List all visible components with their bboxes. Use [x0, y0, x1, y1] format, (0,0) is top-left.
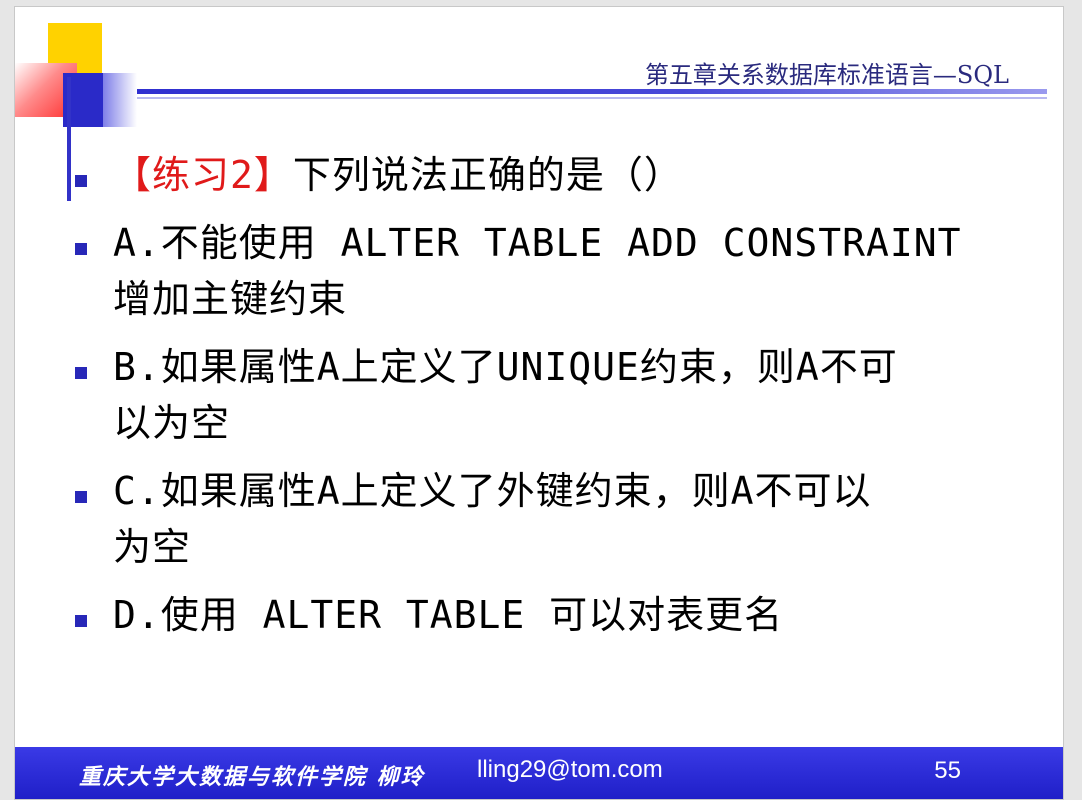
option-a: A.不能使用 ALTER TABLE ADD CONSTRAINT 增加主键约束 [71, 215, 1031, 327]
option-b-line2: 以为空 [113, 401, 231, 445]
exercise-tag: 【练习2】 [113, 153, 293, 197]
bullet-square-icon [75, 175, 87, 187]
footer-school: 重庆大学大数据与软件学院 柳玲 [79, 764, 425, 790]
bullet-square-icon [75, 243, 87, 255]
decorative-blue-fade-block [103, 73, 137, 127]
question-item: 【练习2】下列说法正确的是（） [71, 147, 1031, 203]
option-d: D.使用 ALTER TABLE 可以对表更名 [71, 587, 1031, 643]
slide-content: 【练习2】下列说法正确的是（） A.不能使用 ALTER TABLE ADD C… [71, 147, 1031, 643]
option-a-line1: A.不能使用 ALTER TABLE ADD CONSTRAINT [113, 221, 962, 265]
option-d-line1: D.使用 ALTER TABLE 可以对表更名 [113, 593, 784, 637]
question-text: 下列说法正确的是（） [292, 153, 683, 197]
option-b: B.如果属性A上定义了UNIQUE约束，则A不可 以为空 [71, 339, 1031, 451]
bullet-square-icon [75, 491, 87, 503]
footer-bar: 重庆大学大数据与软件学院 柳玲 lling29@tom.com 55 [15, 747, 1063, 799]
bullet-square-icon [75, 615, 87, 627]
option-b-line1: B.如果属性A上定义了UNIQUE约束，则A不可 [113, 345, 898, 389]
option-a-line2: 增加主键约束 [113, 277, 348, 321]
slide: 第五章关系数据库标准语言—SQL 【练习2】下列说法正确的是（） A.不能使用 … [14, 6, 1064, 800]
header-rule-thin [137, 97, 1047, 99]
page-number: 55 [934, 757, 961, 784]
option-c-line2: 为空 [113, 525, 192, 569]
option-c: C.如果属性A上定义了外键约束，则A不可以 为空 [71, 463, 1031, 575]
chapter-title: 第五章关系数据库标准语言—SQL [644, 61, 1009, 89]
bullet-square-icon [75, 367, 87, 379]
footer-email: lling29@tom.com [477, 756, 663, 783]
option-c-line1: C.如果属性A上定义了外键约束，则A不可以 [113, 469, 872, 513]
